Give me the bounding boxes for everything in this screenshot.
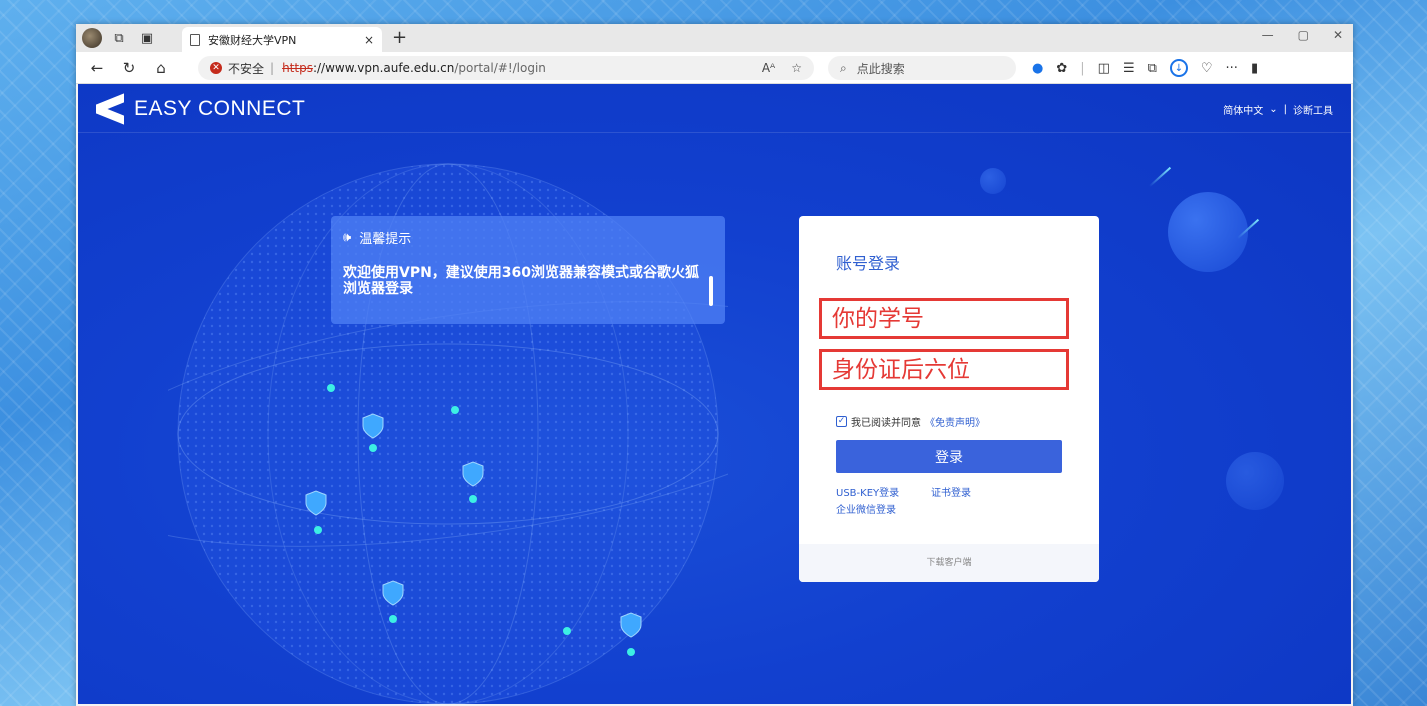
favorites-icon[interactable]: ☰ bbox=[1123, 61, 1135, 76]
window-controls: — ▢ ✕ bbox=[1262, 28, 1343, 42]
logo-mark-icon bbox=[96, 96, 124, 122]
easyconnect-logo: EASY CONNECT bbox=[96, 96, 305, 122]
tab-close-icon[interactable]: × bbox=[364, 33, 374, 47]
wechat-login-link[interactable]: 企业微信登录 bbox=[836, 501, 896, 516]
agreement-row: ✓ 我已阅读并同意 《免责声明》 bbox=[836, 414, 985, 429]
browser-tools: ● ✿ | ◫ ☰ ⧉ ↓ ♡ ··· ▮ bbox=[1032, 59, 1258, 77]
browser-tab[interactable]: 安徽财经大学VPN × bbox=[182, 27, 382, 52]
language-selector[interactable]: 简体中文 bbox=[1223, 102, 1263, 117]
minimize-button[interactable]: — bbox=[1262, 28, 1274, 42]
search-box[interactable]: ⌕ 点此搜索 bbox=[828, 56, 1016, 80]
performance-icon[interactable]: ♡ bbox=[1201, 61, 1213, 76]
address-bar[interactable]: ✕ 不安全 | https ://www.vpn.aufe.edu.cn /po… bbox=[198, 56, 814, 80]
tab-bar: ⧉ ▣ 安徽财经大学VPN × + — ▢ ✕ bbox=[76, 24, 1353, 52]
notice-panel: 🕪 温馨提示 欢迎使用VPN，建议使用360浏览器兼容模式或谷歌火狐浏览器登录 bbox=[331, 216, 725, 324]
agree-text: 我已阅读并同意 bbox=[851, 418, 921, 429]
disclaimer-link[interactable]: 《免责声明》 bbox=[925, 414, 985, 429]
notice-heading: 温馨提示 bbox=[359, 232, 412, 247]
decorative-planet-small bbox=[1226, 452, 1284, 510]
usb-key-login-link[interactable]: USB-KEY登录 bbox=[836, 484, 899, 499]
insecure-warning-icon[interactable]: ✕ bbox=[210, 62, 222, 74]
link-separator: | bbox=[1283, 104, 1287, 115]
login-button[interactable]: 登录 bbox=[836, 440, 1062, 473]
header-divider bbox=[78, 132, 1351, 133]
notice-header: 🕪 温馨提示 bbox=[343, 228, 713, 247]
read-aloud-icon[interactable]: Aᴬ bbox=[762, 61, 775, 75]
refresh-icon[interactable]: ↻ bbox=[118, 59, 140, 77]
address-toolbar: ← ↻ ⌂ ✕ 不安全 | https ://www.vpn.aufe.edu.… bbox=[76, 52, 1353, 84]
restore-button[interactable]: ▢ bbox=[1298, 28, 1309, 42]
extension-icon[interactable]: ● bbox=[1032, 61, 1043, 76]
decorative-moon bbox=[980, 168, 1006, 194]
notice-body: 欢迎使用VPN，建议使用360浏览器兼容模式或谷歌火狐浏览器登录 bbox=[343, 265, 700, 297]
notice-scrollbar[interactable] bbox=[709, 276, 713, 306]
security-label[interactable]: 不安全 bbox=[228, 60, 264, 77]
address-bar-actions: Aᴬ ☆ bbox=[762, 61, 802, 75]
top-links: 简体中文 ⌄ | 诊断工具 bbox=[1223, 102, 1333, 117]
agree-checkbox[interactable]: ✓ bbox=[836, 416, 847, 427]
sidebar-toggle-icon[interactable]: ▮ bbox=[1251, 61, 1258, 76]
new-tab-button[interactable]: + bbox=[392, 27, 407, 48]
page-icon bbox=[190, 33, 200, 46]
speaker-icon: 🕪 bbox=[343, 230, 352, 245]
login-card: 账号登录 你的学号 身份证后六位 ✓ 我已阅读并同意 《免责声明》 登录 USB… bbox=[799, 216, 1099, 582]
decorative-comet bbox=[1148, 166, 1172, 188]
search-placeholder: 点此搜索 bbox=[856, 61, 905, 76]
collections-icon[interactable]: ⧉ bbox=[1148, 61, 1157, 76]
search-icon: ⌕ bbox=[840, 60, 847, 75]
username-field[interactable]: 你的学号 bbox=[819, 298, 1069, 339]
logo-text: EASY CONNECT bbox=[134, 97, 306, 120]
favorite-star-icon[interactable]: ☆ bbox=[791, 61, 802, 75]
home-icon[interactable]: ⌂ bbox=[150, 59, 172, 77]
diagnose-tool-link[interactable]: 诊断工具 bbox=[1293, 102, 1333, 117]
vpn-login-page: EASY CONNECT 简体中文 ⌄ | 诊断工具 🕪 温馨提示 欢迎使用VP… bbox=[78, 84, 1351, 704]
tab-actions-icon[interactable]: ▣ bbox=[136, 27, 158, 49]
extensions-puzzle-icon[interactable]: ✿ bbox=[1056, 61, 1067, 76]
url-path: /portal/#!/login bbox=[454, 61, 546, 75]
download-client-link[interactable]: 下载客户端 bbox=[799, 544, 1099, 582]
login-title: 账号登录 bbox=[836, 254, 901, 273]
close-window-button[interactable]: ✕ bbox=[1333, 28, 1343, 42]
url-scheme: https bbox=[282, 61, 313, 75]
cert-login-link[interactable]: 证书登录 bbox=[931, 484, 971, 499]
back-icon[interactable]: ← bbox=[86, 59, 108, 77]
chevron-down-icon[interactable]: ⌄ bbox=[1269, 104, 1277, 115]
downloads-icon[interactable]: ↓ bbox=[1169, 59, 1188, 77]
profile-avatar[interactable] bbox=[82, 28, 102, 48]
more-options-icon[interactable]: ··· bbox=[1226, 61, 1238, 76]
url-host: ://www.vpn.aufe.edu.cn bbox=[312, 61, 455, 75]
password-field[interactable]: 身份证后六位 bbox=[819, 349, 1069, 390]
url-separator: | bbox=[270, 61, 275, 75]
split-screen-icon[interactable]: ◫ bbox=[1098, 61, 1110, 76]
toolbar-divider: | bbox=[1080, 60, 1085, 76]
workspaces-icon[interactable]: ⧉ bbox=[108, 27, 130, 49]
decorative-planet bbox=[1168, 192, 1248, 272]
tab-title: 安徽财经大学VPN bbox=[208, 33, 297, 47]
browser-window: ⧉ ▣ 安徽财经大学VPN × + — ▢ ✕ ← ↻ ⌂ ✕ 不安全 | ht… bbox=[76, 24, 1353, 706]
